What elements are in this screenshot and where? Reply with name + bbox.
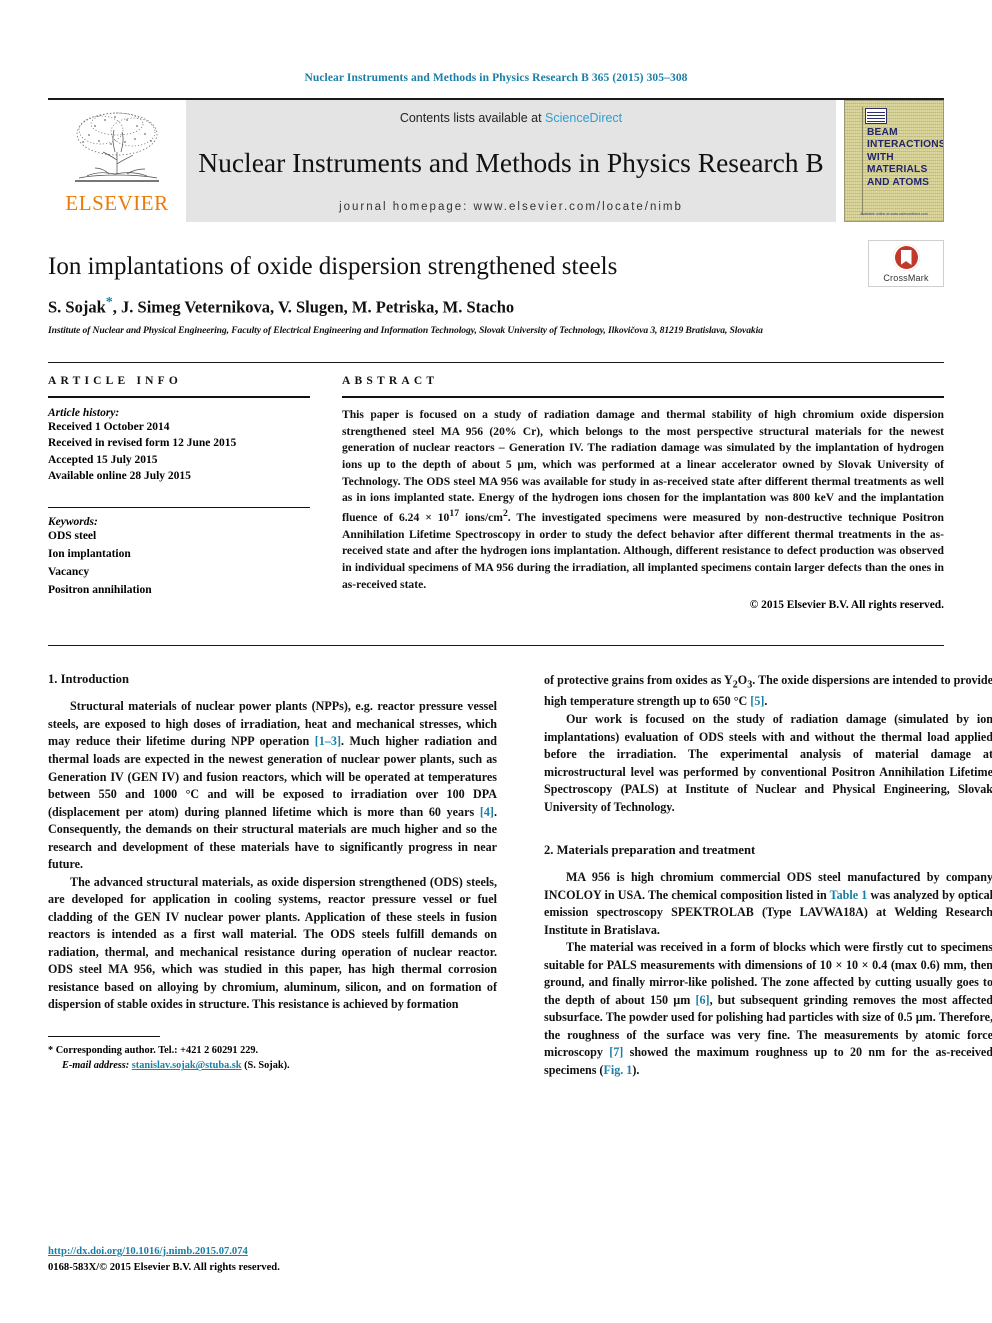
abstract-column: ABSTRACT This paper is focused on a stud… <box>310 375 944 611</box>
crossmark-badge-group[interactable]: CrossMark <box>868 240 944 287</box>
elsevier-wordmark: ELSEVIER <box>65 191 169 215</box>
affiliation: Institute of Nuclear and Physical Engine… <box>48 325 763 336</box>
section-heading-materials: 2. Materials preparation and treatment <box>544 843 756 858</box>
mat-p2-d: ). <box>632 1063 640 1077</box>
cover-title-line-3: WITH <box>867 151 894 163</box>
citation-ref[interactable]: [7] <box>609 1045 623 1059</box>
divider <box>48 507 310 509</box>
journal-cover-image: Nuclear Instruments and Methods in Physi… <box>844 100 944 222</box>
intro-p3-b: O <box>737 673 748 688</box>
crossmark-icon <box>892 244 920 271</box>
cover-spine: Nuclear Instruments and Methods in Physi… <box>850 107 863 215</box>
footnote-marker: * <box>48 1044 54 1056</box>
paragraph: Structural materials of nuclear power pl… <box>48 698 497 873</box>
footnote-divider <box>48 1035 160 1037</box>
author-list: S. Sojak*, J. Simeg Veternikova, V. Slug… <box>48 295 944 318</box>
abstract-text: This paper is focused on a study of radi… <box>342 407 944 593</box>
sciencedirect-link[interactable]: ScienceDirect <box>545 111 622 125</box>
section-heading-introduction: 1. Introduction <box>48 672 129 687</box>
email-address-label: E-mail address: <box>62 1060 130 1072</box>
elsevier-logo: ELSEVIER <box>48 100 186 222</box>
cover-title-line-4: MATERIALS <box>867 164 928 176</box>
journal-homepage-line[interactable]: journal homepage: www.elsevier.com/locat… <box>339 201 683 213</box>
doi-link[interactable]: http://dx.doi.org/10.1016/j.nimb.2015.07… <box>48 1246 248 1257</box>
abstract-superscript-1: 17 <box>449 508 460 520</box>
history-item: Received 1 October 2014 <box>48 421 170 433</box>
cover-title: BEAM INTERACTIONS WITH MATERIALS AND ATO… <box>867 127 944 189</box>
running-head: Nuclear Instruments and Methods in Physi… <box>304 72 688 84</box>
figure-ref[interactable]: Fig. 1 <box>603 1063 632 1077</box>
body-columns: 1. Introduction Structural materials of … <box>48 645 992 1079</box>
intro-p3-d: . <box>764 694 768 709</box>
divider <box>342 396 944 398</box>
table-ref[interactable]: Table 1 <box>830 888 868 902</box>
history-item: Available online 28 July 2015 <box>48 469 191 482</box>
journal-band: Contents lists available at ScienceDirec… <box>186 100 836 222</box>
intro-p3-a: of protective grains from oxides as Y <box>544 673 733 688</box>
cover-footer: Available online at www.sciencedirect.co… <box>860 212 928 216</box>
paragraph: The material was received in a form of b… <box>544 939 992 1079</box>
keyword-item: ODS steel <box>48 530 97 543</box>
abstract-part-1: This paper is focused on a study of radi… <box>342 408 944 524</box>
keyword-item: Vacancy <box>48 565 90 578</box>
author-names: S. Sojak <box>48 297 106 316</box>
footnote-email: E-mail address: stanislav.sojak@stuba.sk… <box>48 1058 497 1073</box>
cover-title-line-2: INTERACTIONS <box>867 139 944 151</box>
citation-ref[interactable]: [1–3] <box>315 734 341 748</box>
history-item: Accepted 15 July 2015 <box>48 453 158 466</box>
article-history-label: Article history: <box>48 407 120 419</box>
email-link[interactable]: stanislav.sojak@stuba.sk <box>132 1060 242 1071</box>
footnote-corresponding-text: Corresponding author. Tel.: +421 2 60291… <box>55 1044 259 1056</box>
article-info-heading: ARTICLE INFO <box>48 375 183 387</box>
paragraph: Our work is focused on the study of radi… <box>544 711 992 814</box>
abstract-part-2: ions/cm <box>459 510 503 524</box>
page-title: Ion implantations of oxide dispersion st… <box>48 253 618 280</box>
keyword-item: Positron annihilation <box>48 583 152 596</box>
keywords-label: Keywords: <box>48 516 98 529</box>
footnote-block: * Corresponding author. Tel.: +421 2 602… <box>48 1035 497 1074</box>
article-info-column: ARTICLE INFO Article history: Received 1… <box>48 375 310 611</box>
footnote-corresponding: * Corresponding author. Tel.: +421 2 602… <box>48 1043 497 1058</box>
contents-prefix: Contents lists available at <box>399 111 546 125</box>
elsevier-cover-mark <box>865 108 887 124</box>
paragraph: The advanced structural materials, as ox… <box>48 874 497 1012</box>
right-column: of protective grains from oxides as Y2O3… <box>544 672 992 1079</box>
crossmark-box[interactable]: CrossMark <box>868 240 944 287</box>
abstract-copyright: © 2015 Elsevier B.V. All rights reserved… <box>749 599 944 612</box>
title-block: CrossMark Ion implantations of oxide dis… <box>48 240 944 336</box>
abstract-heading: ABSTRACT <box>342 375 439 387</box>
divider <box>48 396 310 398</box>
journal-masthead: ELSEVIER Contents lists available at Sci… <box>48 98 944 222</box>
corresponding-author-marker[interactable]: * <box>106 295 113 310</box>
issn-copyright-line: 0168-583X/© 2015 Elsevier B.V. All right… <box>48 1261 280 1273</box>
article-page: Nuclear Instruments and Methods in Physi… <box>0 0 992 1323</box>
page-footer: http://dx.doi.org/10.1016/j.nimb.2015.07… <box>48 1244 280 1275</box>
keyword-item: Ion implantation <box>48 548 131 561</box>
cover-title-line-1: BEAM <box>867 127 898 138</box>
paragraph: MA 956 is high chromium commercial ODS s… <box>544 869 992 939</box>
elsevier-tree-icon <box>75 112 159 182</box>
author-names-rest: , J. Simeg Veternikova, V. Slugen, M. Pe… <box>112 297 515 316</box>
journal-title: Nuclear Instruments and Methods in Physi… <box>198 146 824 178</box>
email-owner: (S. Sojak). <box>241 1060 290 1072</box>
citation-ref[interactable]: [4] <box>480 805 494 819</box>
history-item: Received in revised form 12 June 2015 <box>48 437 237 450</box>
crossmark-label: CrossMark <box>883 273 929 283</box>
citation-ref[interactable]: [6] <box>695 993 709 1007</box>
contents-lists-line: Contents lists available at ScienceDirec… <box>400 111 622 125</box>
paragraph: of protective grains from oxides as Y2O3… <box>544 672 992 711</box>
left-column: 1. Introduction Structural materials of … <box>48 672 497 1079</box>
citation-ref[interactable]: [5] <box>750 694 764 708</box>
info-abstract-region: ARTICLE INFO Article history: Received 1… <box>48 362 944 611</box>
cover-title-line-5: AND ATOMS <box>867 176 930 188</box>
